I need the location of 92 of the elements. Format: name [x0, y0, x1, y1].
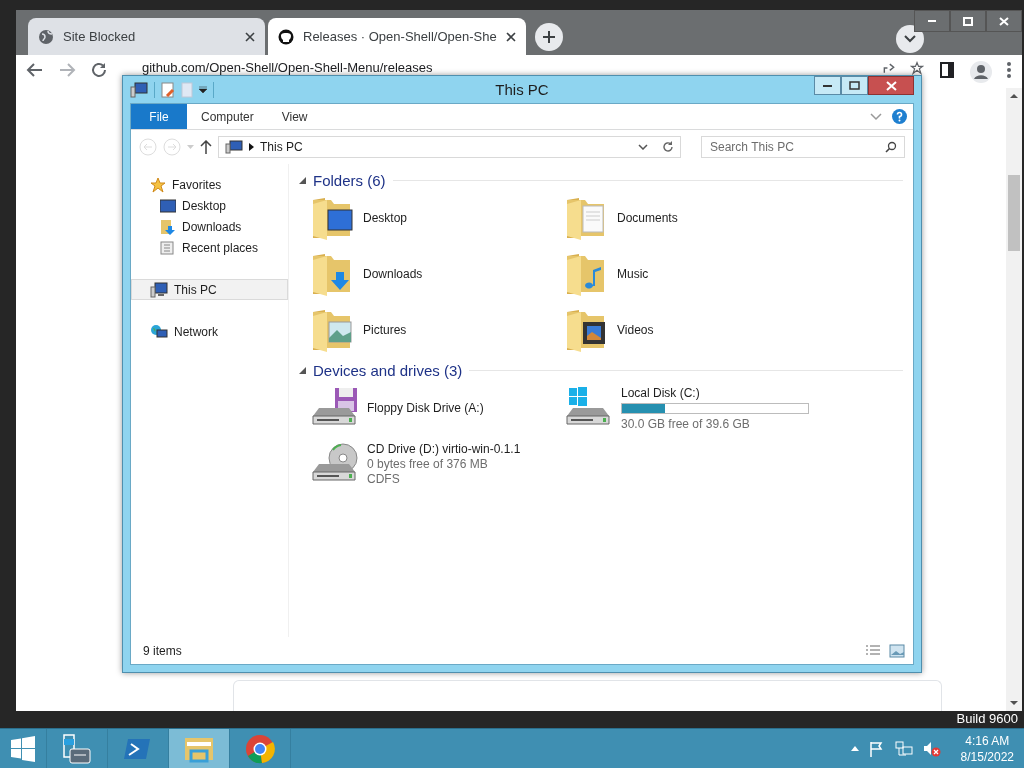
star-icon[interactable]	[910, 61, 924, 75]
nav-item[interactable]: Downloads	[131, 216, 288, 237]
collapse-icon[interactable]	[299, 176, 306, 184]
chevron-down-icon	[638, 144, 648, 150]
drive-name[interactable]: CD Drive (D:) virtio-win-0.1.1	[367, 442, 521, 456]
ribbon-tab[interactable]: Computer	[187, 104, 268, 129]
nav-item[interactable]: This PC	[131, 279, 288, 300]
computer-icon	[225, 140, 243, 154]
monitor-icon	[160, 197, 176, 214]
nav-item[interactable]: Desktop	[131, 195, 288, 216]
large-icons-view-icon[interactable]	[889, 643, 905, 658]
plus-icon	[541, 29, 556, 44]
clock-date[interactable]: 8/15/2022	[960, 749, 1014, 764]
menu-icon[interactable]	[1006, 61, 1012, 79]
watermark-text: Build 9600	[956, 711, 1018, 726]
folder-name[interactable]: Music	[617, 267, 649, 281]
close-icon	[885, 80, 897, 91]
side-panel-icon[interactable]	[938, 61, 956, 79]
address-bar[interactable]: This PC	[218, 136, 681, 158]
github-icon	[278, 28, 294, 45]
tab-search-button[interactable]	[895, 25, 924, 53]
scrollbar-thumb[interactable]	[1008, 175, 1020, 251]
back-icon[interactable]	[26, 61, 44, 79]
restore-icon	[849, 81, 860, 90]
folder-name[interactable]: Desktop	[363, 211, 408, 225]
refresh-icon	[662, 141, 674, 153]
share-icon[interactable]	[882, 61, 896, 75]
dropdown-icon[interactable]	[199, 85, 207, 94]
maximize-button[interactable]	[841, 76, 868, 95]
maximize-icon	[963, 16, 973, 26]
drive-name[interactable]: Floppy Disk Drive (A:)	[367, 401, 484, 415]
close-icon	[999, 16, 1009, 26]
browser-tab[interactable]: Site Blocked	[28, 18, 265, 55]
clock-time[interactable]: 4:16 AM	[965, 733, 1010, 748]
recent-places-icon	[160, 239, 176, 256]
folder-name[interactable]: Pictures	[363, 323, 407, 337]
flag-icon[interactable]	[868, 740, 885, 757]
taskbar-button[interactable]	[169, 729, 230, 768]
nav-item[interactable]: Favorites	[131, 174, 288, 195]
minimize-button[interactable]	[814, 76, 841, 95]
reload-icon[interactable]	[90, 61, 108, 79]
maximize-button[interactable]	[950, 10, 986, 32]
scroll-up-icon	[1010, 92, 1018, 100]
drive-name[interactable]: Local Disk (C:)	[621, 385, 809, 400]
computer-icon	[150, 281, 168, 298]
server-manager-icon	[61, 732, 93, 765]
up-arrow-icon[interactable]	[200, 140, 212, 154]
download-folder-icon	[160, 218, 176, 235]
group-header[interactable]: Devices and drives (3)	[313, 361, 463, 379]
drive-detail: 30.0 GB free of 39.6 GB	[621, 416, 751, 431]
nav-item[interactable]: Recent places	[131, 237, 288, 258]
expand-ribbon-icon[interactable]	[870, 112, 882, 121]
browser-tab[interactable]: Releases · Open-Shell/Open-She	[268, 18, 526, 55]
chevron-right-icon	[249, 143, 254, 151]
minimize-icon	[823, 84, 832, 87]
ribbon-tab[interactable]: View	[267, 104, 322, 129]
caret-up-icon[interactable]	[850, 746, 859, 751]
network-icon[interactable]	[894, 740, 913, 757]
folder-name[interactable]: Documents	[617, 211, 678, 225]
search-field[interactable]: Search This PC	[701, 136, 905, 158]
windows-logo-icon	[10, 735, 36, 762]
search-icon	[885, 141, 897, 153]
globe-icon	[38, 28, 54, 45]
folder-name[interactable]: Videos	[617, 323, 654, 337]
file-menu-button[interactable]: File	[131, 104, 187, 129]
close-icon[interactable]	[245, 31, 255, 42]
profile-icon[interactable]	[970, 61, 992, 83]
collapse-icon[interactable]	[299, 366, 306, 374]
drive-detail: CDFS	[367, 472, 401, 486]
address-text[interactable]: This PC	[260, 140, 303, 154]
properties-icon[interactable]	[161, 81, 175, 98]
folder-name[interactable]: Downloads	[363, 267, 423, 281]
help-icon[interactable]	[892, 109, 907, 124]
network-icon	[150, 323, 168, 340]
muted-speaker-icon[interactable]	[922, 740, 941, 757]
new-tab-button[interactable]	[534, 22, 563, 51]
star-icon	[150, 176, 166, 193]
window-title: This PC	[495, 81, 549, 98]
group-header[interactable]: Folders (6)	[313, 171, 386, 189]
scroll-down-icon	[1010, 699, 1018, 707]
nav-item[interactable]: Network	[131, 321, 288, 342]
item-count: 9 items	[143, 643, 182, 658]
computer-icon	[130, 81, 148, 98]
close-button[interactable]	[868, 76, 914, 95]
close-icon[interactable]	[505, 31, 516, 42]
drive-detail: 0 bytes free of 376 MB	[367, 457, 489, 471]
minimize-icon	[928, 20, 936, 22]
chrome-icon	[244, 732, 276, 765]
chevron-down-icon	[903, 35, 916, 43]
address-text[interactable]: github.com/Open-Shell/Open-Shell-Menu/releases	[142, 61, 433, 74]
scrollbar[interactable]	[1006, 88, 1022, 711]
close-button[interactable]	[986, 10, 1022, 32]
